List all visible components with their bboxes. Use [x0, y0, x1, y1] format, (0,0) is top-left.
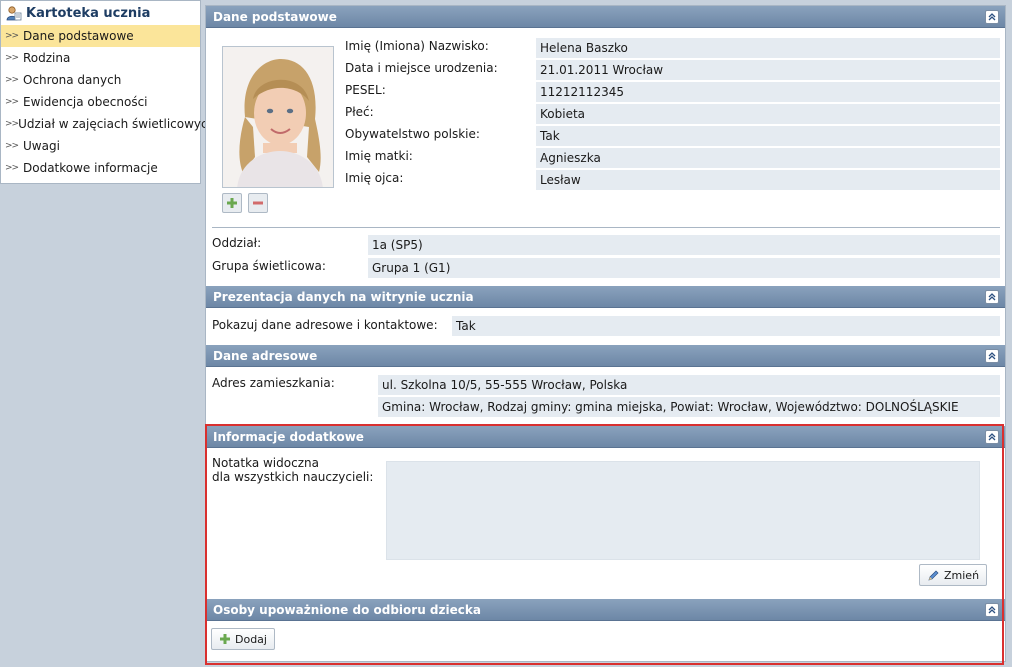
field-value-name: Helena Baszko [536, 38, 1000, 58]
collapse-up-icon [988, 13, 996, 21]
collapse-up-icon [988, 352, 996, 360]
plus-icon [220, 634, 230, 644]
field-value-citizenship: Tak [536, 126, 1000, 146]
divider [212, 227, 1000, 228]
sidebar-item-uwagi[interactable]: >> Uwagi [1, 135, 200, 157]
main-panel: Dane podstawowe Imię (Imiona) Nazwisko: … [205, 5, 1006, 662]
collapse-button[interactable] [985, 10, 999, 24]
student-photo [222, 46, 334, 188]
field-value-show-address: Tak [452, 316, 1000, 336]
sidebar-item-label: Dodatkowe informacje [23, 161, 158, 175]
field-label-name: Imię (Imiona) Nazwisko: [345, 39, 489, 53]
collapse-button[interactable] [985, 290, 999, 304]
change-note-button-label: Zmień [944, 568, 980, 582]
sidebar-item-label: Ochrona danych [23, 73, 122, 87]
section-title: Dane podstawowe [213, 9, 337, 24]
note-label-line1: Notatka widoczna [212, 456, 319, 470]
sidebar-item-label: Udział w zajęciach świetlicowych [18, 117, 216, 131]
field-label-group: Grupa świetlicowa: [212, 259, 326, 273]
collapse-up-icon [988, 293, 996, 301]
field-label-birth: Data i miejsce urodzenia: [345, 61, 498, 75]
field-value-class: 1a (SP5) [368, 235, 1000, 255]
collapse-up-icon [988, 433, 996, 441]
field-value-father: Lesław [536, 170, 1000, 190]
sidebar-header: Kartoteka ucznia [1, 1, 200, 25]
add-person-button[interactable]: Dodaj [211, 628, 275, 650]
sidebar-item-ewidencja-obecnosci[interactable]: >> Ewidencja obecności [1, 91, 200, 113]
sidebar-item-label: Dane podstawowe [23, 29, 134, 43]
double-chevron-right-icon: >> [5, 119, 19, 129]
field-label-pesel: PESEL: [345, 83, 386, 97]
sidebar-item-label: Rodzina [23, 51, 71, 65]
double-chevron-right-icon: >> [5, 163, 19, 173]
field-label-mother: Imię matki: [345, 149, 413, 163]
field-label-address: Adres zamieszkania: [212, 376, 335, 390]
section-header-dane-adresowe: Dane adresowe [206, 345, 1005, 367]
user-card-icon [6, 6, 22, 21]
field-value-address-line1: ul. Szkolna 10/5, 55-555 Wrocław, Polska [378, 375, 1000, 395]
section-header-osoby-upowaznione: Osoby upoważnione do odbioru dziecka [206, 599, 1005, 621]
field-label-show-address: Pokazuj dane adresowe i kontaktowe: [212, 318, 438, 332]
sidebar: Kartoteka ucznia >> Dane podstawowe >> R… [0, 0, 215, 184]
field-label-father: Imię ojca: [345, 171, 404, 185]
section-title: Informacje dodatkowe [213, 429, 364, 444]
section-header-informacje-dodatkowe: Informacje dodatkowe [206, 426, 1005, 448]
sidebar-item-ochrona-danych[interactable]: >> Ochrona danych [1, 69, 200, 91]
add-person-button-label: Dodaj [235, 632, 267, 646]
section-title: Dane adresowe [213, 348, 318, 363]
field-label-gender: Płeć: [345, 105, 374, 119]
double-chevron-right-icon: >> [5, 97, 19, 107]
section-header-dane-podstawowe: Dane podstawowe [206, 6, 1005, 28]
remove-photo-button[interactable] [248, 193, 268, 213]
section-title: Osoby upoważnione do odbioru dziecka [213, 602, 481, 617]
field-value-mother: Agnieszka [536, 148, 1000, 168]
plus-icon [227, 198, 237, 208]
field-label-citizenship: Obywatelstwo polskie: [345, 127, 480, 141]
section-title: Prezentacja danych na witrynie ucznia [213, 289, 474, 304]
field-value-group: Grupa 1 (G1) [368, 258, 1000, 278]
change-note-button[interactable]: Zmień [919, 564, 988, 586]
collapse-button[interactable] [985, 349, 999, 363]
sidebar-item-label: Uwagi [23, 139, 60, 153]
collapse-button[interactable] [985, 430, 999, 444]
minus-icon [253, 201, 263, 205]
double-chevron-right-icon: >> [5, 53, 19, 63]
sidebar-item-label: Ewidencja obecności [23, 95, 148, 109]
field-value-birth: 21.01.2011 Wrocław [536, 60, 1000, 80]
student-portrait-image [223, 47, 333, 187]
double-chevron-right-icon: >> [5, 75, 19, 85]
field-value-gender: Kobieta [536, 104, 1000, 124]
note-label-line2: dla wszystkich nauczycieli: [212, 470, 374, 484]
sidebar-item-dane-podstawowe[interactable]: >> Dane podstawowe [1, 25, 200, 47]
collapse-button[interactable] [985, 603, 999, 617]
section-header-prezentacja: Prezentacja danych na witrynie ucznia [206, 286, 1005, 308]
add-photo-button[interactable] [222, 193, 242, 213]
sidebar-item-rodzina[interactable]: >> Rodzina [1, 47, 200, 69]
sidebar-title: Kartoteka ucznia [26, 5, 151, 21]
double-chevron-right-icon: >> [5, 31, 19, 41]
teacher-note-field [386, 461, 980, 560]
sidebar-item-dodatkowe-informacje[interactable]: >> Dodatkowe informacje [1, 157, 200, 179]
field-label-class: Oddział: [212, 236, 262, 250]
pencil-icon [928, 570, 939, 581]
collapse-up-icon [988, 606, 996, 614]
field-value-pesel: 11212112345 [536, 82, 1000, 102]
field-value-address-line2: Gmina: Wrocław, Rodzaj gminy: gmina miej… [378, 397, 1000, 417]
double-chevron-right-icon: >> [5, 141, 19, 151]
sidebar-item-udzial-w-zajeciach[interactable]: >> Udział w zajęciach świetlicowych [1, 113, 215, 135]
